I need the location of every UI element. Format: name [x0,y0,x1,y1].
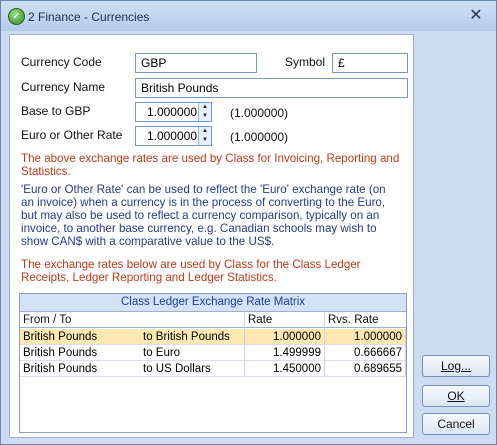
euro-rate-label: Euro or Other Rate [21,128,123,142]
currency-code-field[interactable]: GBP [135,53,257,73]
from-currency: British Pounds [23,347,98,359]
note-euro-rate: 'Euro or Other Rate' can be used to refl… [21,183,386,248]
table-row[interactable]: British Pounds to Euro 1.499999 0.666667 [20,345,406,361]
spin-up-icon[interactable]: ▲ [199,103,211,112]
column-header-rvs-rate[interactable]: Rvs. Rate [325,312,406,328]
base-to-gbp-value: 1.000000 [146,105,197,119]
cell-from: British Pounds to British Pounds [20,329,245,345]
base-to-gbp-label: Base to GBP [21,104,91,118]
from-currency: British Pounds [23,363,98,375]
spin-up-icon[interactable]: ▲ [199,127,211,136]
symbol-field[interactable]: £ [332,53,408,73]
currency-name-label: Currency Name [21,80,106,94]
note-invoicing: The above exchange rates are used by Cla… [21,152,400,178]
currency-name-field[interactable]: British Pounds [135,78,408,98]
title-bar: ✓ 2 Finance - Currencies ✕ [1,1,496,31]
base-to-gbp-reference: (1.000000) [230,106,289,120]
cell-rvs-rate: 0.666667 [325,345,406,361]
log-button[interactable]: Log... [422,355,490,377]
column-header-from-to[interactable]: From / To [20,312,245,328]
form-panel: Currency Code GBP Symbol £ Currency Name… [9,34,414,438]
cell-from: British Pounds to US Dollars [20,361,245,377]
matrix-caption: Class Ledger Exchange Rate Matrix [20,294,406,312]
euro-rate-value: 1.000000 [146,129,197,143]
cell-rate: 1.499999 [245,345,325,361]
base-spin-buttons[interactable]: ▲ ▼ [198,103,211,121]
cancel-button[interactable]: Cancel [422,413,490,435]
euro-rate-reference: (1.000000) [230,130,289,144]
note-ledger: The exchange rates below are used by Cla… [21,258,361,284]
ok-button[interactable]: OK [422,385,490,407]
app-icon: ✓ [8,8,25,25]
to-currency: to Euro [143,347,181,359]
cell-from: British Pounds to Euro [20,345,245,361]
currency-code-label: Currency Code [21,55,102,69]
spin-down-icon[interactable]: ▼ [199,136,211,145]
spin-down-icon[interactable]: ▼ [199,112,211,121]
column-header-rate[interactable]: Rate [245,312,325,328]
cell-rvs-rate: 1.000000 [325,329,406,345]
base-to-gbp-spinner[interactable]: 1.000000 ▲ ▼ [135,102,212,122]
euro-spin-buttons[interactable]: ▲ ▼ [198,127,211,145]
euro-rate-spinner[interactable]: 1.000000 ▲ ▼ [135,126,212,146]
cell-rvs-rate: 0.689655 [325,361,406,377]
exchange-rate-matrix: Class Ledger Exchange Rate Matrix From /… [19,293,407,433]
from-currency: British Pounds [23,331,98,343]
to-currency: to US Dollars [143,363,211,375]
close-icon[interactable]: ✕ [464,5,488,27]
table-row[interactable]: British Pounds to US Dollars 1.450000 0.… [20,361,406,377]
cell-rate: 1.000000 [245,329,325,345]
currencies-window: ✓ 2 Finance - Currencies ✕ Currency Code… [0,0,497,445]
table-row[interactable]: British Pounds to British Pounds 1.00000… [20,329,406,345]
cell-rate: 1.450000 [245,361,325,377]
window-title: 2 Finance - Currencies [28,10,150,24]
to-currency: to British Pounds [143,331,230,343]
symbol-label: Symbol [285,55,326,69]
